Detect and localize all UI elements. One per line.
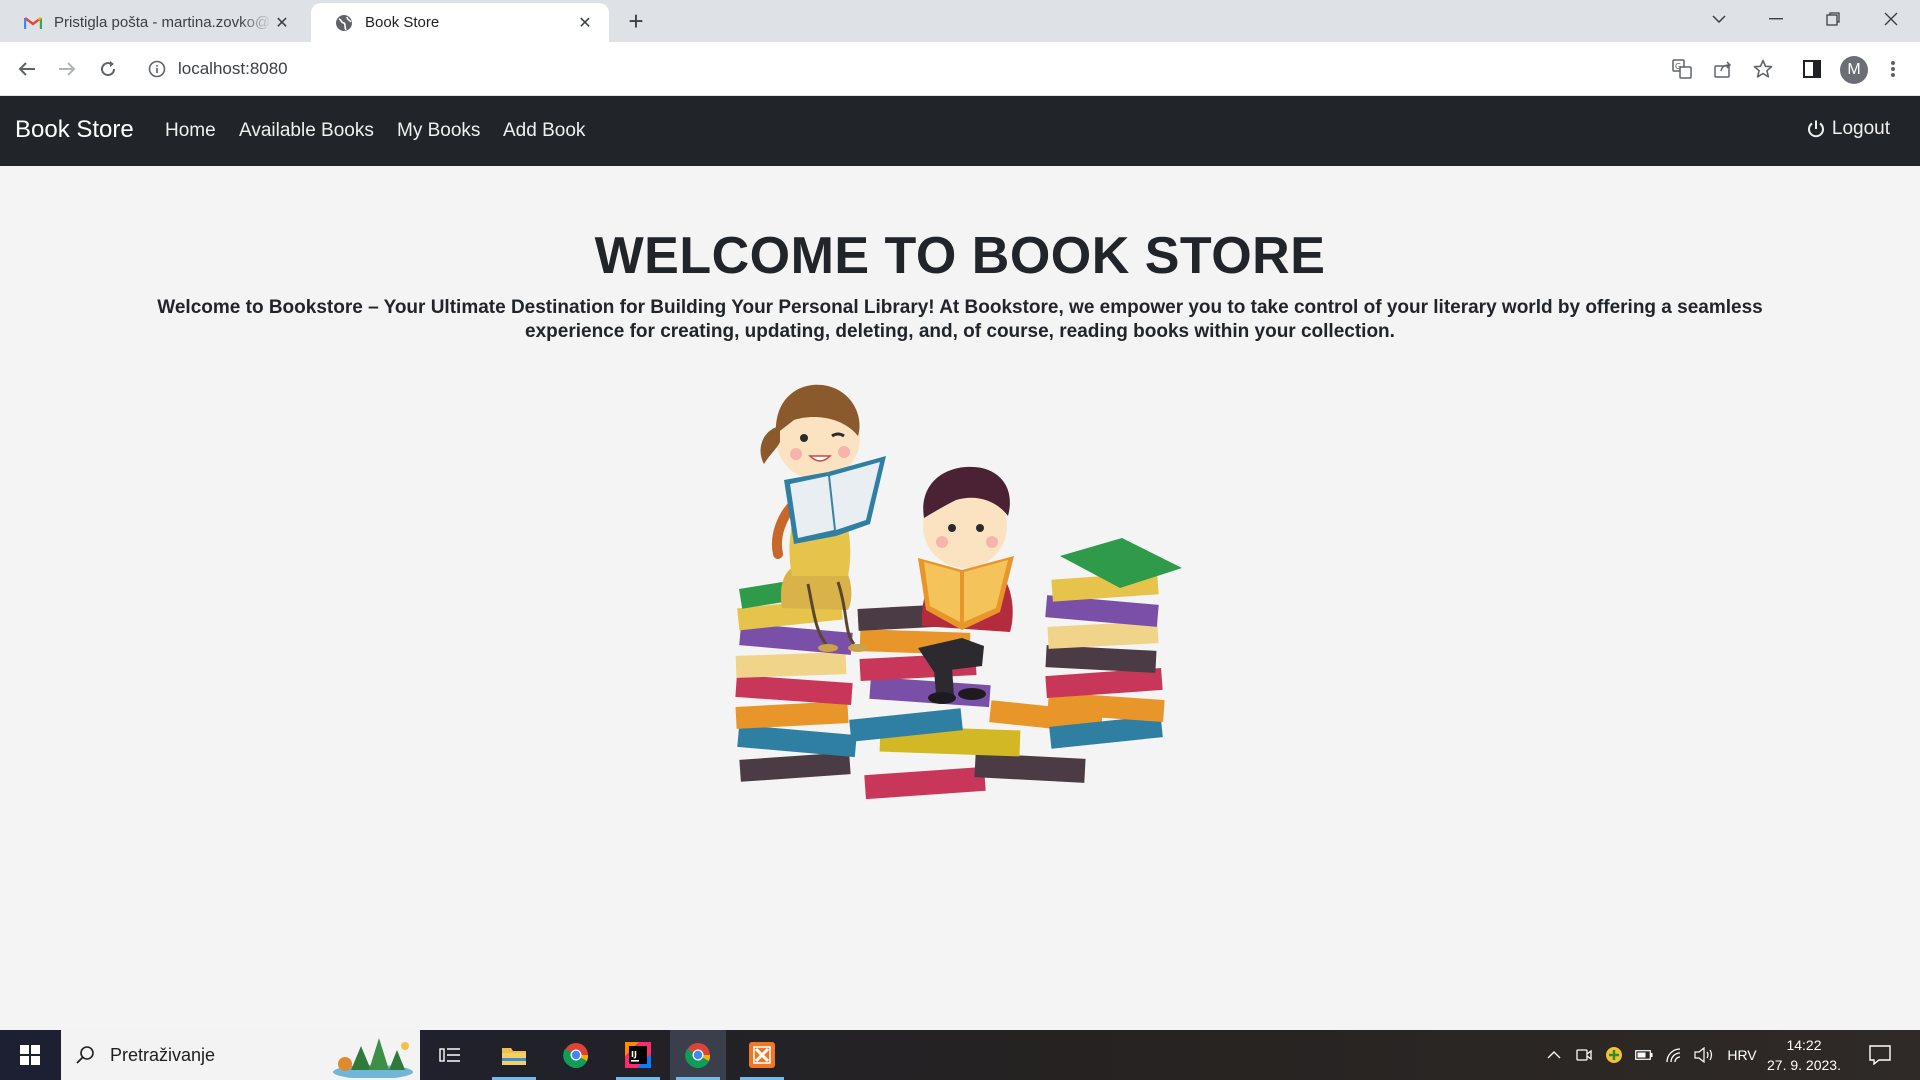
notification-center-icon[interactable] (1862, 1030, 1898, 1080)
gmail-icon (24, 14, 42, 32)
tab-title: Pristigla pošta - martina.zovko@ (54, 14, 271, 31)
tab-gmail[interactable]: Pristigla pošta - martina.zovko@ ✕ (0, 3, 306, 42)
input-language-indicator[interactable]: HRV (1720, 1030, 1764, 1080)
svg-text:G: G (1675, 62, 1681, 71)
windows-start-icon[interactable] (0, 1030, 60, 1080)
new-tab-button[interactable]: + (622, 8, 650, 36)
intro-text: Welcome to Bookstore – Your Ultimate Des… (157, 297, 1763, 342)
show-hidden-icons-chevron-icon[interactable] (1542, 1030, 1566, 1080)
brand-link[interactable]: Book Store (15, 116, 134, 144)
nav-home[interactable]: Home (165, 120, 216, 142)
taskbar-search[interactable]: Pretraživanje (61, 1030, 420, 1080)
profile-avatar[interactable]: M (1840, 56, 1868, 84)
taskbar-clock[interactable]: 14:22 27. 9. 2023. (1760, 1035, 1848, 1075)
chrome-icon[interactable] (548, 1030, 604, 1080)
globe-icon (335, 14, 353, 32)
close-window-icon[interactable] (1864, 0, 1918, 38)
nav-available-books[interactable]: Available Books (239, 120, 374, 142)
clock-time: 14:22 (1786, 1037, 1822, 1053)
translate-icon[interactable]: G (1667, 54, 1697, 84)
windows-taskbar: Pretraživanje IJ HRV 14:22 27. 9. 2023. (0, 1030, 1920, 1080)
xampp-icon[interactable] (734, 1030, 790, 1080)
site-info-icon[interactable] (148, 60, 166, 78)
tab-book-store[interactable]: Book Store ✕ (311, 3, 609, 42)
share-icon[interactable] (1708, 54, 1738, 84)
logout-label: Logout (1831, 118, 1890, 139)
svg-text:IJ: IJ (631, 1050, 637, 1059)
reload-icon[interactable] (93, 54, 123, 84)
main-content: WELCOME TO BOOK STORE Welcome to Booksto… (0, 166, 1920, 1030)
app-navbar: Book Store Home Available Books My Books… (0, 96, 1920, 166)
side-panel-icon[interactable] (1797, 54, 1827, 84)
tab-search-chevron-icon[interactable] (1692, 0, 1746, 38)
nav-add-book[interactable]: Add Book (503, 120, 585, 142)
bookmark-star-icon[interactable] (1748, 54, 1778, 84)
search-highlight-landscape-icon (333, 1038, 413, 1078)
back-arrow-icon[interactable] (12, 54, 42, 84)
wifi-icon[interactable] (1662, 1030, 1686, 1080)
file-explorer-icon[interactable] (486, 1030, 542, 1080)
search-placeholder: Pretraživanje (110, 1045, 216, 1065)
restore-icon[interactable] (1806, 0, 1860, 38)
logout-button[interactable]: Logout (1806, 118, 1890, 140)
minimize-icon[interactable] (1749, 0, 1803, 38)
tab-title: Book Store (365, 14, 440, 31)
volume-icon[interactable] (1692, 1030, 1716, 1080)
close-icon[interactable]: ✕ (272, 13, 292, 33)
kids-reading-books-illustration (735, 384, 1182, 800)
address-bar[interactable]: localhost:8080 (136, 49, 1666, 89)
browser-toolbar: localhost:8080 G M (0, 42, 1920, 96)
update-badge-icon[interactable] (1602, 1030, 1626, 1080)
power-icon (1807, 120, 1824, 138)
more-menu-icon[interactable] (1878, 54, 1908, 84)
clock-date: 27. 9. 2023. (1767, 1057, 1841, 1073)
battery-icon[interactable] (1632, 1030, 1656, 1080)
task-view-icon[interactable] (422, 1030, 478, 1080)
page-title: WELCOME TO BOOK STORE (594, 227, 1326, 285)
chrome-active-icon[interactable] (670, 1030, 726, 1080)
meet-now-icon[interactable] (1572, 1030, 1596, 1080)
url-text[interactable]: localhost:8080 (178, 59, 288, 79)
intellij-icon[interactable]: IJ (610, 1030, 666, 1080)
search-icon (75, 1045, 95, 1070)
browser-tab-strip: Pristigla pošta - martina.zovko@ ✕ Book … (0, 0, 1920, 42)
nav-my-books[interactable]: My Books (397, 120, 480, 142)
close-icon[interactable]: ✕ (575, 13, 595, 33)
forward-arrow-icon[interactable] (52, 54, 82, 84)
